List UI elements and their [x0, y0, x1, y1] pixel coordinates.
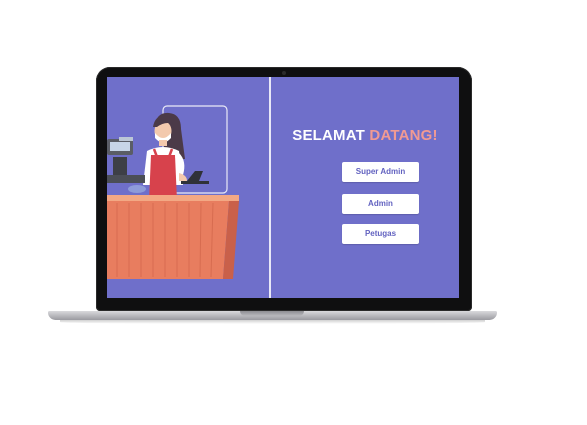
admin-button[interactable]: Admin: [342, 194, 419, 214]
welcome-highlight: DATANG!: [369, 127, 438, 144]
laptop-notch: [240, 311, 304, 316]
welcome-prefix: SELAMAT: [292, 127, 366, 144]
cash-register-icon: [107, 137, 145, 183]
laptop-mockup: SELAMAT DATANG! Super Admin Admin Petuga…: [0, 0, 587, 425]
role-selection-panel: SELAMAT DATANG! Super Admin Admin Petuga…: [271, 77, 459, 298]
petugas-button[interactable]: Petugas: [342, 224, 419, 244]
webcam-icon: [282, 71, 286, 75]
welcome-heading: SELAMAT DATANG!: [271, 127, 459, 144]
super-admin-button[interactable]: Super Admin: [342, 162, 419, 182]
counter-top: [107, 195, 239, 201]
laptop-shadow: [60, 320, 485, 324]
counter-front: [107, 201, 229, 279]
cashier-illustration: [107, 105, 239, 279]
login-screen: SELAMAT DATANG! Super Admin Admin Petuga…: [107, 77, 459, 298]
